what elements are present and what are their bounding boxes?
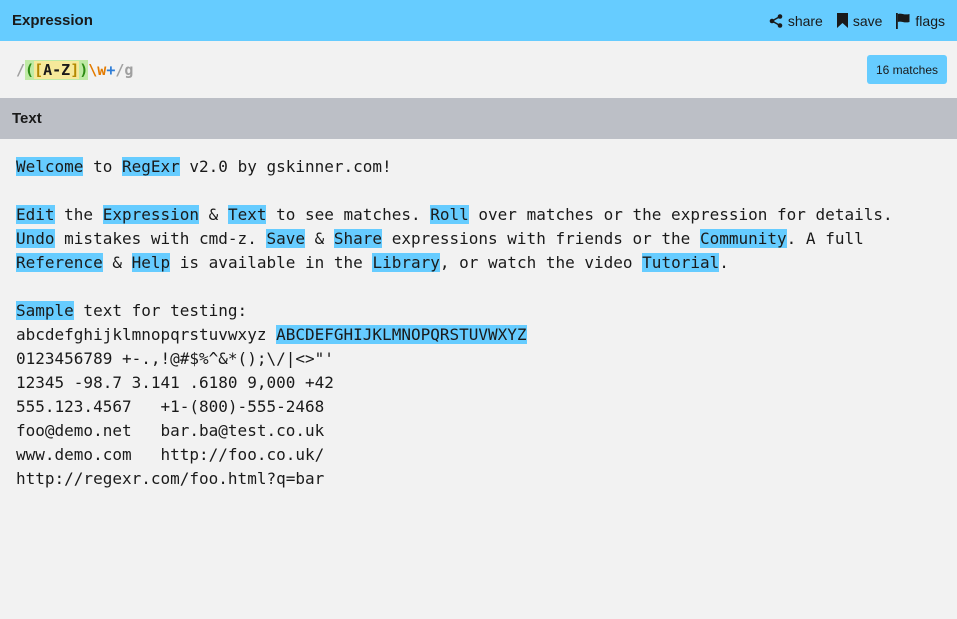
text-segment: , or watch the video	[439, 253, 643, 272]
group-open: (	[25, 60, 35, 79]
quantifier[interactable]: +	[106, 61, 115, 79]
text-line: Undo mistakes with cmd-z. Save & Share e…	[16, 227, 946, 251]
text-line	[16, 275, 946, 299]
text-segment: &	[304, 229, 334, 248]
flag-icon	[896, 12, 910, 29]
text-section-title: Text	[12, 110, 42, 127]
text-segment: the	[54, 205, 103, 224]
text-segment: text for testing:	[73, 301, 248, 320]
set-content: A-Z	[43, 60, 71, 79]
text-line: abcdefghijklmnopqrstuvwxyz ABCDEFGHIJKLM…	[16, 323, 946, 347]
save-label: save	[852, 12, 883, 29]
match-highlight[interactable]: Library	[372, 253, 440, 272]
expression-title: Expression	[12, 12, 93, 29]
capture-group[interactable]: ([A-Z])	[25, 59, 89, 80]
text-segment: expressions with friends or the	[382, 229, 700, 248]
text-segment: is available in the	[170, 253, 373, 272]
match-highlight[interactable]: Welcome	[16, 157, 84, 176]
text-segment: http://regexr.com/foo.html?q=bar	[16, 469, 325, 488]
expression-row: / ([A-Z]) \w + / g 16 matches	[0, 41, 957, 98]
bookmark-icon	[836, 13, 848, 28]
share-icon	[769, 13, 783, 28]
text-line: Sample text for testing:	[16, 299, 946, 323]
text-line: Welcome to RegExr v2.0 by gskinner.com!	[16, 155, 946, 179]
text-segment: mistakes with cmd-z.	[54, 229, 267, 248]
match-highlight[interactable]: RegExr	[121, 157, 180, 176]
share-button[interactable]: share	[769, 13, 823, 29]
set-open: [	[34, 60, 44, 79]
expression-header: Expression share save flags	[0, 0, 957, 41]
match-highlight[interactable]: Expression	[102, 205, 200, 224]
text-segment: to see matches.	[266, 205, 431, 224]
group-close: )	[79, 60, 89, 79]
match-highlight[interactable]: Community	[699, 229, 787, 248]
text-line: 12345 -98.7 3.141 .6180 9,000 +42	[16, 371, 946, 395]
open-delimiter: /	[16, 60, 26, 79]
text-segment: 555.123.4567 +1-(800)-555-2468	[16, 397, 325, 416]
match-highlight[interactable]: Text	[227, 205, 267, 224]
word-escape[interactable]: \w	[88, 61, 106, 79]
text-segment: v2.0 by gskinner.com!	[179, 157, 392, 176]
match-highlight[interactable]: Help	[131, 253, 171, 272]
text-segment: 0123456789 +-.,!@#$%^&*();\/|<>"'	[16, 349, 334, 368]
match-highlight[interactable]: Roll	[430, 205, 469, 224]
match-highlight[interactable]: Tutorial	[642, 253, 720, 272]
expression-flags[interactable]: g	[124, 61, 133, 79]
set-close: ]	[70, 60, 80, 79]
match-highlight[interactable]: Share	[333, 229, 383, 248]
match-highlight[interactable]: ABCDEFGHIJKLMNOPQRSTUVWXYZ	[276, 325, 527, 344]
flags-button[interactable]: flags	[896, 12, 945, 29]
text-line: 0123456789 +-.,!@#$%^&*();\/|<>"'	[16, 347, 946, 371]
text-segment: . A full	[786, 229, 864, 248]
text-segment: foo@demo.net bar.ba@test.co.uk	[16, 421, 325, 440]
matches-badge[interactable]: 16 matches	[866, 55, 947, 84]
match-highlight[interactable]: Sample	[16, 301, 74, 320]
expression-input[interactable]: / ([A-Z]) \w + / g	[16, 59, 133, 80]
text-segment: over matches or the expression for detai…	[468, 205, 893, 224]
match-highlight[interactable]: Reference	[16, 253, 103, 272]
match-highlight[interactable]: Undo	[16, 229, 55, 248]
header-actions: share save flags	[769, 12, 945, 29]
text-line: http://regexr.com/foo.html?q=bar	[16, 467, 946, 491]
save-button[interactable]: save	[836, 12, 883, 29]
text-line: 555.123.4567 +1-(800)-555-2468	[16, 395, 946, 419]
text-line: Reference & Help is available in the Lib…	[16, 251, 946, 275]
text-segment: &	[102, 253, 132, 272]
text-segment: to	[83, 157, 122, 176]
text-line: foo@demo.net bar.ba@test.co.uk	[16, 419, 946, 443]
text-segment: .	[719, 253, 729, 272]
match-highlight[interactable]: Edit	[16, 205, 55, 224]
text-line: Edit the Expression & Text to see matche…	[16, 203, 946, 227]
share-label: share	[787, 12, 823, 29]
flags-label: flags	[915, 12, 945, 29]
text-segment: abcdefghijklmnopqrstuvwxyz	[16, 325, 277, 344]
text-line	[16, 179, 946, 203]
text-section-header: Text	[0, 98, 957, 139]
text-segment: www.demo.com http://foo.co.uk/	[16, 445, 325, 464]
text-line: www.demo.com http://foo.co.uk/	[16, 443, 946, 467]
close-delimiter: /	[115, 60, 125, 79]
text-segment: &	[199, 205, 228, 224]
text-segment: 12345 -98.7 3.141 .6180 9,000 +42	[16, 373, 334, 392]
match-highlight[interactable]: Save	[266, 229, 305, 248]
character-set[interactable]: [A-Z]	[34, 60, 80, 79]
text-editor[interactable]: Welcome to RegExr v2.0 by gskinner.com! E…	[16, 155, 946, 491]
